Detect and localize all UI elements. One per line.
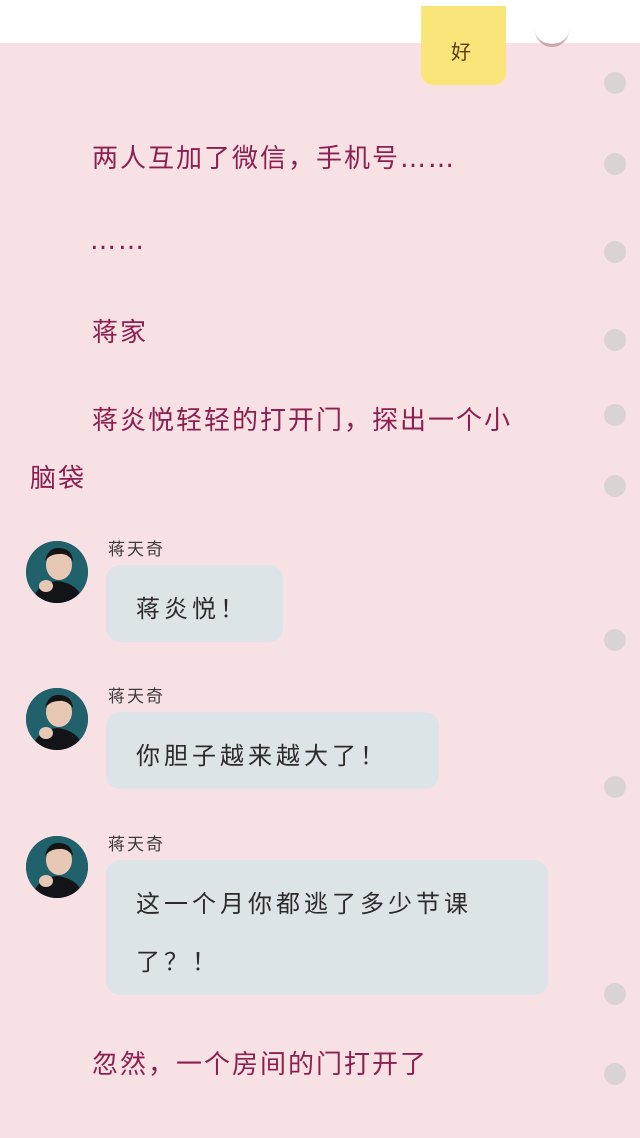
avatar-icon <box>26 541 88 603</box>
dot-icon <box>604 1063 626 1085</box>
dot-icon <box>604 72 626 94</box>
message-bubble[interactable]: 这一个月你都逃了多少节课 了？！ <box>106 860 548 995</box>
top-chat-bubble[interactable]: 好 <box>421 6 506 85</box>
dot-icon <box>604 629 626 651</box>
dot-icon <box>604 983 626 1005</box>
avatar-icon <box>26 688 88 750</box>
sender-avatar[interactable] <box>26 541 88 603</box>
dot-icon <box>604 329 626 351</box>
top-avatar-partial[interactable] <box>535 26 569 47</box>
narration-text: 忽然，一个房间的门打开了 <box>92 1050 429 1080</box>
narration-text: 脑袋 <box>30 464 87 494</box>
avatar-icon <box>26 836 88 898</box>
message-line: 你胆子越来越大了！ <box>136 742 388 770</box>
narration-text: 蒋炎悦轻轻的打开门，探出一个小 <box>92 406 513 436</box>
sender-name: 蒋天奇 <box>108 540 165 560</box>
message-line: 了？！ <box>136 948 220 976</box>
dot-icon <box>604 776 626 798</box>
dot-icon <box>604 404 626 426</box>
top-bubble-text: 好 <box>451 40 471 64</box>
message-line: 蒋炎悦！ <box>136 595 248 623</box>
narration-text: 两人互加了微信，手机号…… <box>92 144 457 174</box>
dot-icon <box>604 475 626 497</box>
message-line: 这一个月你都逃了多少节课 <box>136 890 472 918</box>
narration-text: …… <box>90 226 146 256</box>
message-bubble[interactable]: 蒋炎悦！ <box>106 565 283 642</box>
dot-icon <box>604 153 626 175</box>
sender-name: 蒋天奇 <box>108 835 165 855</box>
narration-text: 蒋家 <box>92 318 149 348</box>
message-bubble[interactable]: 你胆子越来越大了！ <box>106 712 439 789</box>
sender-avatar[interactable] <box>26 836 88 898</box>
sender-name: 蒋天奇 <box>108 687 165 707</box>
sender-avatar[interactable] <box>26 688 88 750</box>
dot-icon <box>604 241 626 263</box>
